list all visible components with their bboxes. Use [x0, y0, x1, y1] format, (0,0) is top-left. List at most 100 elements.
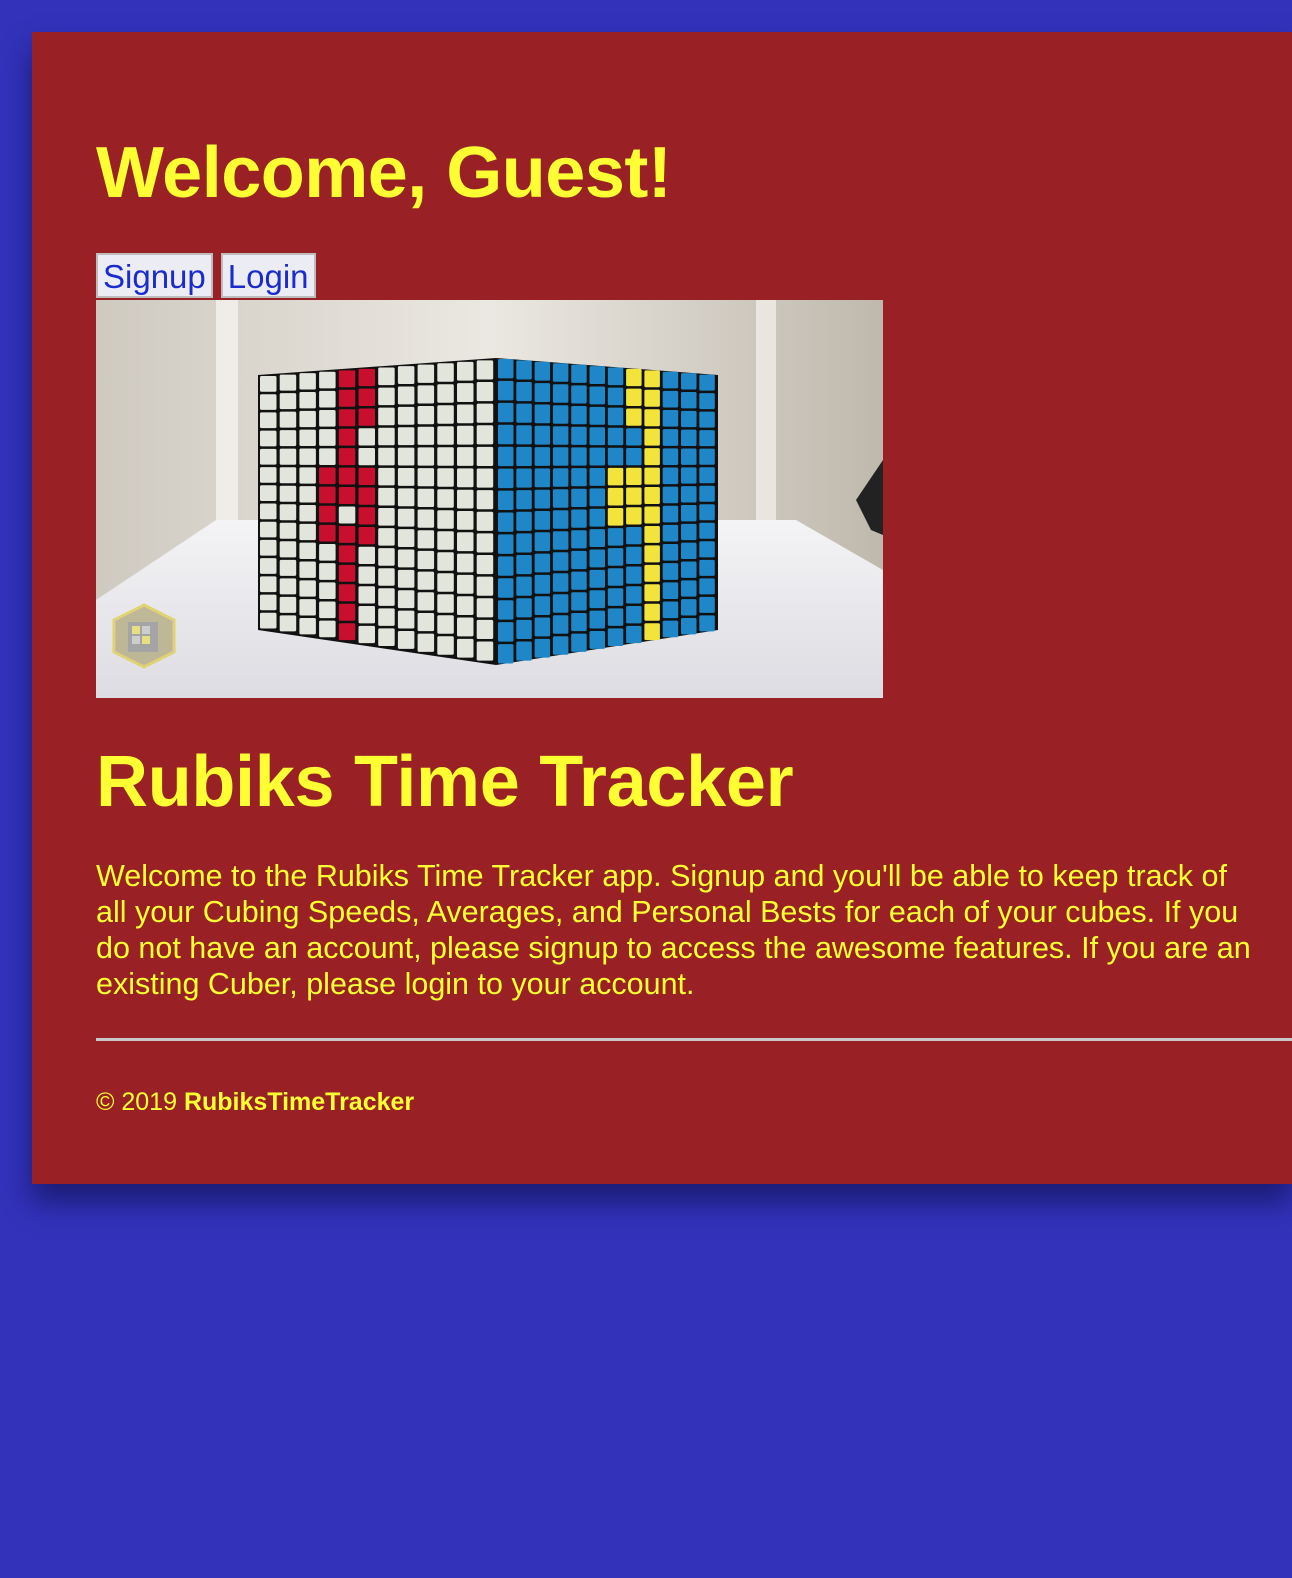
cube-sticker [534, 425, 551, 445]
cube-sticker [299, 618, 316, 635]
cube-sticker [498, 512, 514, 532]
cube-sticker [607, 508, 624, 526]
cube-sticker [437, 594, 454, 613]
cube-sticker [299, 373, 316, 390]
cube-sticker [319, 563, 336, 580]
cube-sticker [644, 545, 660, 563]
cube-sticker [437, 363, 454, 382]
cube-sticker [589, 631, 605, 649]
cube-sticker [699, 615, 715, 632]
cube-sticker [417, 488, 435, 507]
cube-sticker [571, 406, 587, 425]
cube-sticker [358, 428, 375, 446]
cube-sticker [397, 610, 415, 629]
cube-sticker [699, 596, 715, 613]
cube-sticker [681, 448, 697, 465]
cube-sticker [607, 588, 624, 606]
cube-sticker [662, 371, 679, 389]
cube-sticker [534, 511, 551, 530]
cube-sticker [626, 586, 642, 604]
cube-sticker [662, 390, 679, 408]
cube-sticker [437, 636, 454, 655]
cube-sticker [397, 631, 415, 649]
cube-sticker [476, 576, 494, 596]
cube-sticker [534, 638, 551, 658]
cube-sticker [299, 392, 316, 409]
cube-sticker [260, 539, 277, 556]
cube-sticker [552, 573, 569, 592]
cube-sticker [299, 429, 316, 446]
cube-sticker [552, 405, 569, 424]
cube-sticker [417, 592, 435, 611]
cube-sticker [516, 619, 532, 639]
cube-sticker [260, 412, 277, 429]
cube-sticker [699, 374, 715, 391]
cube-sticker [644, 448, 660, 466]
cube-sticker [699, 430, 715, 447]
footer-brand: RubiksTimeTracker [183, 1088, 415, 1116]
cube-sticker [417, 406, 435, 425]
cube-sticker [699, 541, 715, 558]
cube-sticker [378, 628, 395, 646]
cube-sticker [437, 405, 454, 424]
cube-sticker [681, 505, 697, 522]
cube-sticker [552, 636, 569, 655]
cube-sticker [534, 468, 551, 488]
cube-sticker [417, 426, 435, 445]
cube-sticker [457, 511, 474, 530]
cube-sticker [299, 505, 316, 522]
cube-sticker [338, 603, 356, 621]
cube-sticker [260, 467, 277, 483]
cube-sticker [319, 371, 336, 389]
cube-sticker [498, 534, 514, 554]
cube-sticker [699, 411, 715, 428]
cube-sticker [338, 564, 356, 582]
welcome-heading: Welcome, Guest! [96, 133, 672, 213]
cube-sticker [338, 623, 356, 641]
cube-right-face [496, 358, 718, 665]
signup-button[interactable]: Signup [96, 253, 213, 298]
cube-sticker [498, 402, 514, 423]
cube-sticker [260, 503, 277, 520]
cube-sticker [338, 525, 356, 543]
cube-sticker [626, 408, 642, 426]
cube-sticker [397, 529, 415, 548]
cube-sticker [516, 425, 532, 445]
footer-divider [96, 1038, 1292, 1041]
cube-sticker [571, 364, 587, 383]
cube-sticker [699, 578, 715, 595]
cube-sticker [534, 383, 551, 402]
cube-sticker [457, 489, 474, 509]
cube-sticker [699, 485, 715, 502]
login-button[interactable]: Login [220, 253, 316, 298]
cube-sticker [589, 488, 605, 507]
cube-sticker [681, 523, 697, 541]
cube-sticker [437, 426, 454, 445]
cube-sticker [644, 409, 660, 427]
cube-sticker [681, 542, 697, 559]
cube-sticker [571, 488, 587, 507]
cube-sticker [662, 544, 679, 561]
cube-sticker [358, 546, 375, 565]
cube-stack-illustration [96, 300, 883, 698]
cube-sticker [279, 615, 297, 632]
intro-paragraph: Welcome to the Rubiks Time Tracker app. … [96, 859, 1251, 1001]
cube-sticker [319, 582, 336, 599]
cube-sticker [397, 590, 415, 609]
cube-sticker [319, 429, 336, 446]
cube-sticker [457, 404, 474, 424]
cube-sticker [338, 448, 356, 466]
cube-sticker [358, 625, 375, 644]
cube-sticker [644, 623, 660, 641]
cube-sticker [552, 552, 569, 571]
cube-sticker [571, 468, 587, 487]
cube-sticker [516, 576, 532, 596]
cube-sticker [607, 427, 624, 446]
cube-sticker [397, 549, 415, 568]
cube-sticker [589, 569, 605, 588]
cube-sticker [589, 467, 605, 486]
cube-sticker [319, 486, 336, 504]
cube-sticker [338, 584, 356, 602]
cube-sticker [571, 385, 587, 404]
cube-sticker [571, 530, 587, 549]
